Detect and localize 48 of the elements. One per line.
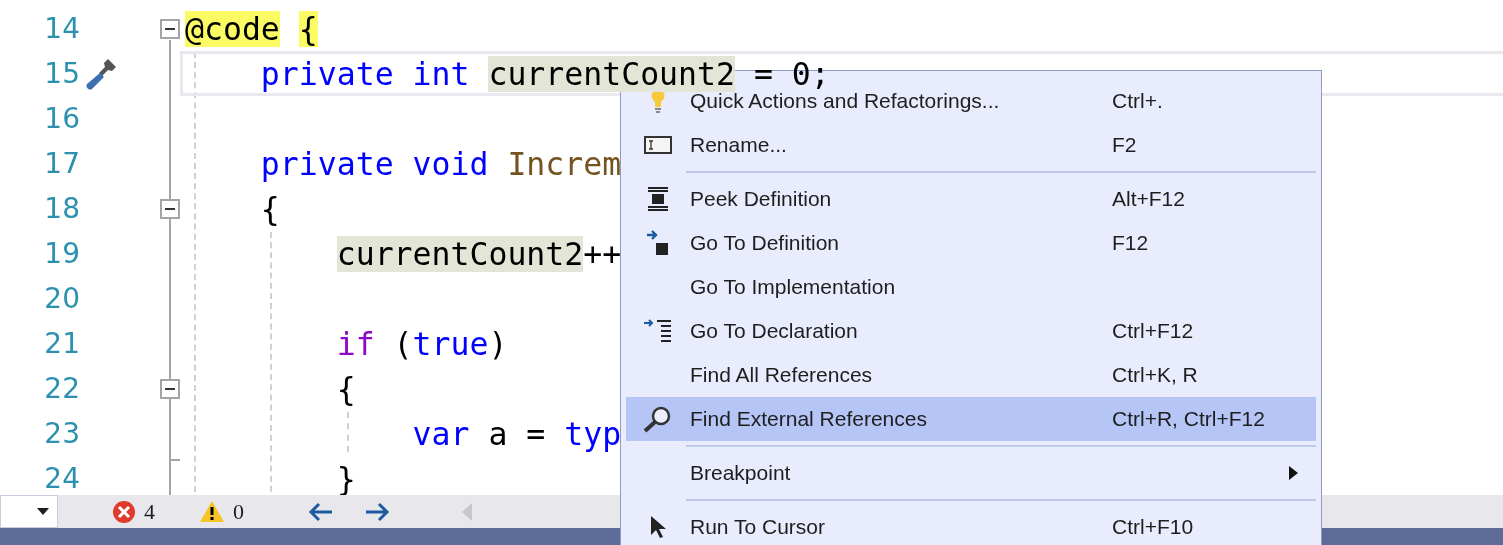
line-number: 15: [43, 57, 80, 90]
warning-count: 0: [233, 498, 244, 525]
menu-item[interactable]: Go To Definition F12: [626, 221, 1316, 265]
lightbulb-icon: [651, 89, 665, 113]
go-to-definition-icon: [646, 229, 670, 257]
menu-item[interactable]: Rename... F2: [626, 123, 1316, 167]
go-to-declaration-icon: [643, 319, 673, 343]
line-number: 16: [43, 102, 80, 135]
line-number: 24: [43, 462, 80, 495]
line-number: 20: [43, 282, 80, 315]
submenu-arrow-icon: [1289, 466, 1298, 480]
code-line: var a = typ: [412, 415, 622, 452]
collapse-toggle[interactable]: [160, 18, 180, 39]
line-number: 14: [43, 12, 80, 45]
error-icon[interactable]: [112, 499, 136, 524]
menu-item[interactable]: Go To Declaration Ctrl+F12: [626, 309, 1316, 353]
menu-item[interactable]: Run To Cursor Ctrl+F10: [626, 505, 1316, 545]
code-line: {: [260, 190, 280, 227]
zoom-dropdown[interactable]: [0, 495, 58, 528]
code-line: }: [336, 460, 356, 495]
back-arrow-icon[interactable]: [308, 501, 334, 522]
code-line: if (true): [336, 325, 508, 362]
rename-icon: [644, 136, 672, 154]
dropdown-caret-icon: [37, 508, 49, 515]
search-icon: [643, 405, 673, 433]
line-number: 21: [43, 327, 80, 360]
error-count: 4: [144, 498, 155, 525]
menu-item[interactable]: Go To Implementation: [626, 265, 1316, 309]
line-number: 19: [43, 237, 80, 270]
line-number: 17: [43, 147, 80, 180]
menu-item[interactable]: Find External References Ctrl+R, Ctrl+F12: [626, 397, 1316, 441]
line-number: 23: [43, 417, 80, 450]
code-line: private int currentCount2 = 0;: [260, 55, 830, 92]
code-line: @code {: [185, 10, 318, 47]
cursor-icon: [650, 515, 666, 539]
peek-definition-icon: [646, 186, 670, 212]
line-number: 22: [43, 372, 80, 405]
code-line: currentCount2++: [336, 235, 622, 272]
menu-item[interactable]: Breakpoint: [626, 451, 1316, 495]
menu-item[interactable]: Peek Definition Alt+F12: [626, 177, 1316, 221]
code-line: {: [336, 370, 356, 407]
forward-arrow-icon[interactable]: [364, 501, 390, 522]
line-number: 18: [43, 192, 80, 225]
warning-icon[interactable]: [199, 500, 225, 523]
code-line: private void Increm: [260, 145, 622, 182]
collapse-toggle[interactable]: [160, 198, 180, 219]
menu-item[interactable]: Find All References Ctrl+K, R: [626, 353, 1316, 397]
collapse-toggle[interactable]: [160, 378, 180, 399]
